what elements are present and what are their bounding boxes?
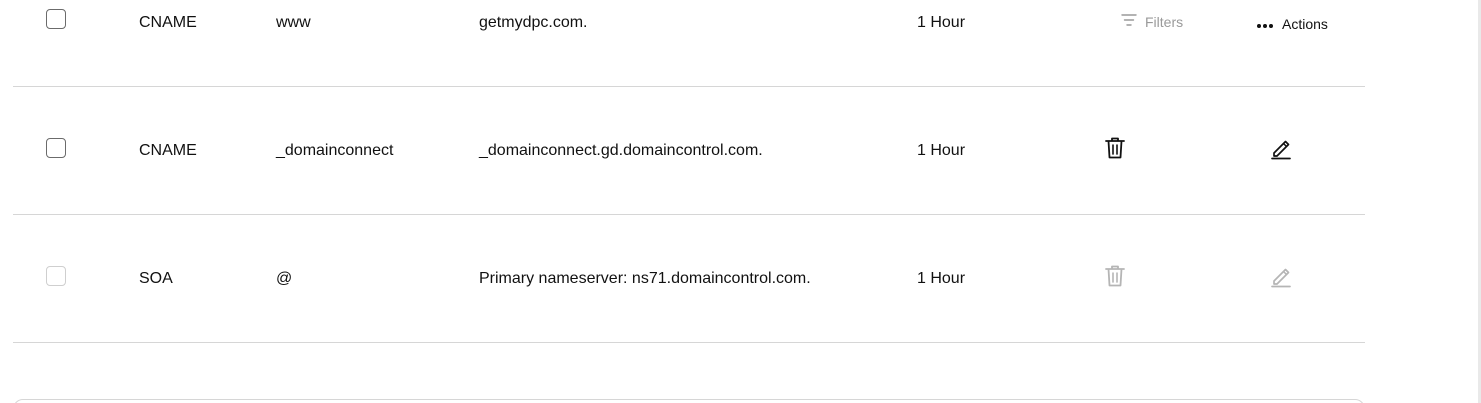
more-horizontal-icon bbox=[1256, 16, 1274, 32]
filters-label: Filters bbox=[1145, 13, 1184, 30]
filter-icon bbox=[1121, 13, 1137, 30]
actions-label: Actions bbox=[1282, 16, 1328, 32]
delete-button[interactable] bbox=[1102, 137, 1128, 163]
record-type: CNAME bbox=[139, 142, 197, 159]
record-ttl: 1 Hour bbox=[917, 14, 966, 31]
record-value: getmydpc.com. bbox=[479, 14, 588, 31]
trash-icon bbox=[1104, 264, 1126, 293]
record-value: _domainconnect.gd.domaincontrol.com. bbox=[479, 142, 763, 159]
delete-button-disabled bbox=[1102, 265, 1128, 291]
dns-records-table: CNAME www getmydpc.com. 1 Hour Filters A… bbox=[13, 0, 1365, 343]
actions-button[interactable]: Actions bbox=[1256, 16, 1328, 32]
record-name: _domainconnect bbox=[276, 142, 394, 159]
edit-button[interactable] bbox=[1268, 137, 1294, 163]
filters-button[interactable]: Filters bbox=[1121, 13, 1183, 30]
table-row: CNAME www getmydpc.com. 1 Hour Filters A… bbox=[13, 0, 1365, 87]
row-checkbox[interactable] bbox=[46, 138, 66, 158]
row-checkbox[interactable] bbox=[46, 9, 66, 29]
pencil-icon bbox=[1270, 264, 1292, 293]
record-type: CNAME bbox=[139, 14, 197, 31]
record-name: @ bbox=[276, 270, 293, 287]
row-checkbox bbox=[46, 266, 66, 286]
record-value: Primary nameserver: ns71.domaincontrol.c… bbox=[479, 270, 811, 287]
trash-icon bbox=[1104, 136, 1126, 165]
table-row: CNAME _domainconnect _domainconnect.gd.d… bbox=[13, 87, 1365, 215]
edit-button-disabled bbox=[1268, 265, 1294, 291]
table-row: SOA @ Primary nameserver: ns71.domaincon… bbox=[13, 215, 1365, 343]
record-name: www bbox=[276, 14, 311, 31]
record-ttl: 1 Hour bbox=[917, 142, 966, 159]
record-type: SOA bbox=[139, 270, 173, 287]
pencil-icon bbox=[1270, 136, 1292, 165]
record-ttl: 1 Hour bbox=[917, 270, 966, 287]
next-section-card bbox=[13, 399, 1365, 403]
